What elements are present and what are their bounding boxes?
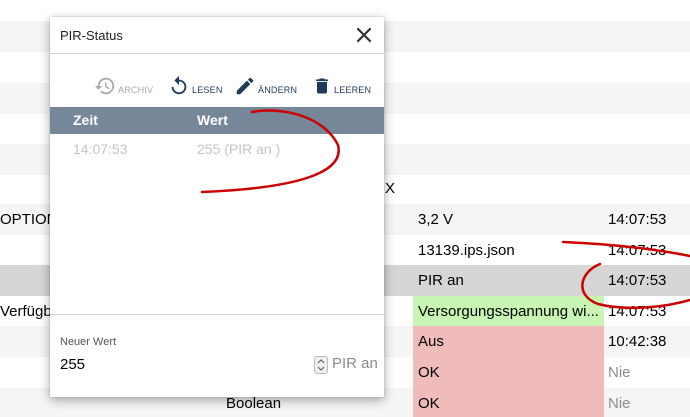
dialog-title: PIR-Status xyxy=(60,28,123,43)
edit-button[interactable]: ÄNDERN xyxy=(234,65,297,97)
read-button[interactable]: LESEN xyxy=(168,65,223,97)
bg-header-fragment: X xyxy=(385,180,396,197)
row-time: 14:07:53 xyxy=(608,211,667,228)
dialog-header: PIR-Status xyxy=(50,17,384,54)
row-time: Nie xyxy=(608,364,631,381)
row-time: 14:07:53 xyxy=(608,272,667,289)
row-status-value: Aus xyxy=(413,326,604,357)
row-status-value: OK xyxy=(413,388,604,417)
edit-label: ÄNDERN xyxy=(258,85,298,95)
archive-label: ARCHIV xyxy=(118,85,154,95)
history-grid-body: 14:07:53 255 (PIR an ) xyxy=(50,134,384,314)
clear-label: LEEREN xyxy=(334,85,372,95)
row-status-value: OK xyxy=(413,357,604,388)
entry-value: 255 (PIR an ) xyxy=(197,141,281,157)
archive-button[interactable]: ARCHIV xyxy=(94,65,153,97)
row-status-value: Versorgungsspannung wi... xyxy=(413,296,604,327)
row-value: 13139.ips.json xyxy=(418,242,515,259)
close-icon[interactable] xyxy=(354,25,374,45)
entry-time: 14:07:53 xyxy=(73,141,128,157)
row-value: 3,2 V xyxy=(418,211,454,228)
row-time: 10:42:38 xyxy=(608,333,667,350)
clear-button[interactable]: LEEREN xyxy=(312,65,371,97)
list-item[interactable]: 14:07:53 255 (PIR an ) xyxy=(50,134,384,164)
row-time: 14:07:53 xyxy=(608,303,667,320)
row-value: PIR an xyxy=(418,272,464,289)
dialog-divider xyxy=(50,314,384,315)
row-label: OPTION xyxy=(0,211,58,228)
new-value-suffix: PIR an xyxy=(332,355,378,372)
row-time: Nie xyxy=(608,395,631,412)
pencil-icon xyxy=(234,75,256,97)
history-grid-header: Zeit Wert xyxy=(50,107,384,134)
history-icon xyxy=(94,75,116,97)
trash-icon xyxy=(312,75,332,97)
new-value-label: Neuer Wert xyxy=(60,336,117,348)
spinner-icon[interactable] xyxy=(314,356,328,374)
column-header-value: Wert xyxy=(197,112,228,128)
column-header-time: Zeit xyxy=(73,112,98,128)
refresh-icon xyxy=(168,75,190,97)
dialog-toolbar: ARCHIV LESEN ÄNDERN LEEREN xyxy=(50,65,384,97)
pir-status-dialog: PIR-Status ARCHIV LESEN ÄNDERN LEEREN Ze… xyxy=(50,17,384,397)
row-time: 14:07:53 xyxy=(608,242,667,259)
new-value-input[interactable] xyxy=(60,353,310,375)
read-label: LESEN xyxy=(192,85,223,95)
